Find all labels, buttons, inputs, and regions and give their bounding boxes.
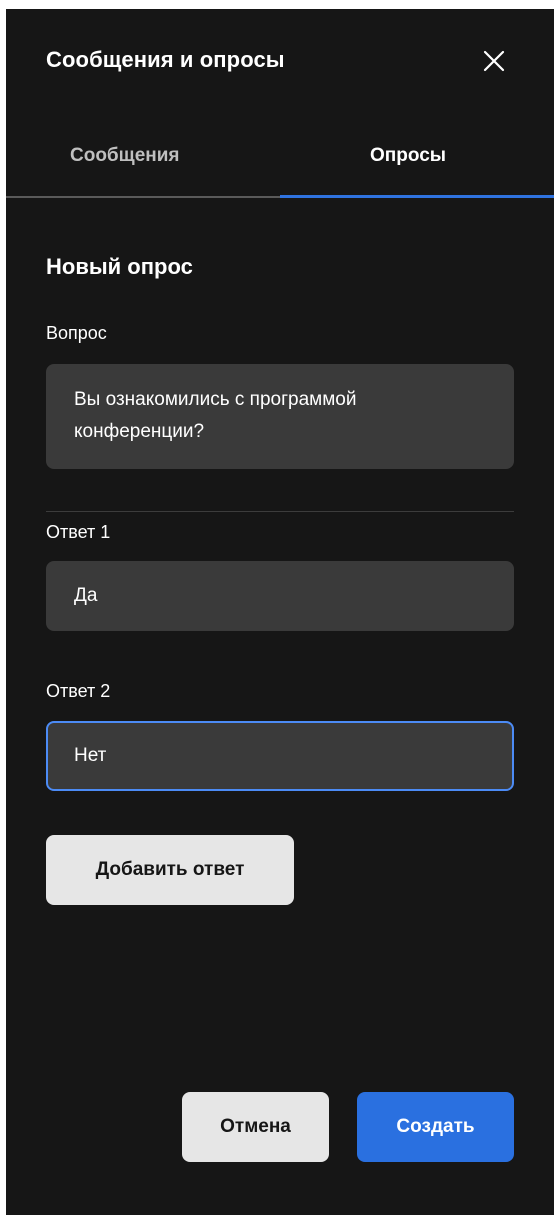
panel-header: Сообщения и опросы: [6, 9, 554, 109]
answer-1-input[interactable]: Да: [46, 561, 514, 631]
new-poll-title: Новый опрос: [46, 254, 193, 279]
cancel-button[interactable]: Отмена: [182, 1092, 329, 1162]
active-tab-indicator: [280, 195, 554, 198]
answer-2-input[interactable]: Нет: [46, 721, 514, 791]
messages-polls-panel: Сообщения и опросы Сообщения Опросы Новы…: [6, 9, 554, 1215]
question-label: Вопрос: [46, 323, 107, 343]
tab-messages-label: Сообщения: [70, 145, 180, 166]
question-input[interactable]: Вы ознакомились с программой конференции…: [46, 364, 514, 469]
tab-polls-label: Опросы: [370, 145, 447, 166]
close-button[interactable]: [478, 45, 510, 77]
answer-2-label: Ответ 2: [46, 681, 111, 701]
section-divider: [46, 511, 514, 512]
tab-bar: Сообщения Опросы: [6, 127, 554, 199]
tab-messages[interactable]: Сообщения: [6, 127, 280, 197]
answer-1-label: Ответ 1: [46, 522, 111, 542]
add-answer-button[interactable]: Добавить ответ: [46, 835, 294, 905]
create-button[interactable]: Создать: [357, 1092, 514, 1162]
panel-title: Сообщения и опросы: [46, 47, 285, 72]
tab-polls[interactable]: Опросы: [280, 127, 554, 197]
close-icon: [483, 50, 505, 72]
